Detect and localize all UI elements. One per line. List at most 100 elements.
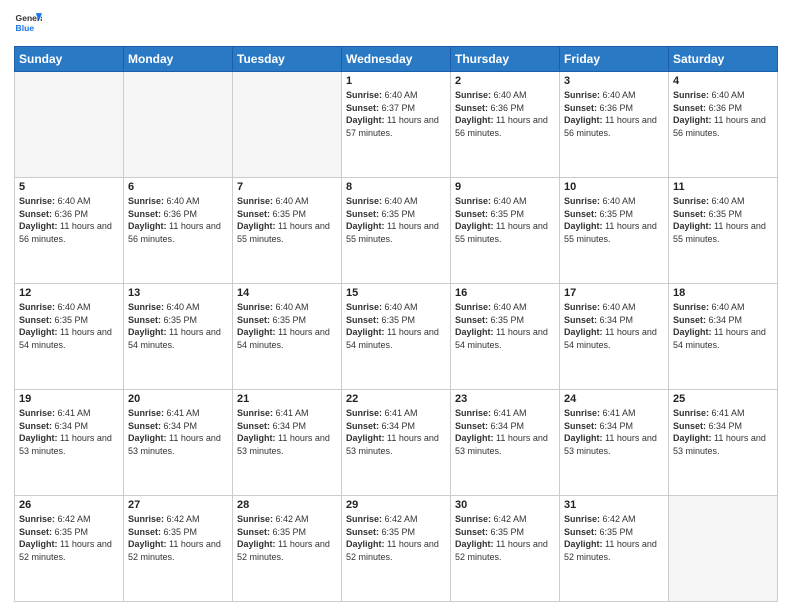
calendar-week-row: 1Sunrise: 6:40 AMSunset: 6:37 PMDaylight…	[15, 72, 778, 178]
header-day: Sunday	[15, 47, 124, 72]
cell-content: Sunrise: 6:41 AMSunset: 6:34 PMDaylight:…	[673, 407, 773, 457]
page: General Blue SundayMondayTuesdayWednesda…	[0, 0, 792, 612]
cell-content: Sunrise: 6:40 AMSunset: 6:34 PMDaylight:…	[564, 301, 664, 351]
day-number: 17	[564, 287, 664, 299]
cell-content: Sunrise: 6:40 AMSunset: 6:35 PMDaylight:…	[455, 301, 555, 351]
cell-content: Sunrise: 6:40 AMSunset: 6:35 PMDaylight:…	[128, 301, 228, 351]
day-number: 14	[237, 287, 337, 299]
cell-content: Sunrise: 6:41 AMSunset: 6:34 PMDaylight:…	[564, 407, 664, 457]
cell-content: Sunrise: 6:42 AMSunset: 6:35 PMDaylight:…	[237, 513, 337, 563]
cell-content: Sunrise: 6:40 AMSunset: 6:35 PMDaylight:…	[237, 301, 337, 351]
calendar-week-row: 19 Sunrise: 6:41 AMSunset: 6:34 PMDayligh…	[15, 390, 778, 496]
calendar-cell: 2 Sunrise: 6:40 AMSunset: 6:36 PMDaylight…	[451, 72, 560, 178]
calendar-cell: 21Sunrise: 6:41 AMSunset: 6:34 PMDayligh…	[233, 390, 342, 496]
calendar-cell: 25 Sunrise: 6:41 AMSunset: 6:34 PMDayligh…	[669, 390, 778, 496]
calendar-cell: 3 Sunrise: 6:40 AMSunset: 6:36 PMDaylight…	[560, 72, 669, 178]
day-number: 6	[128, 181, 228, 193]
day-number: 25	[673, 393, 773, 405]
calendar-cell: 29Sunrise: 6:42 AMSunset: 6:35 PMDayligh…	[342, 496, 451, 602]
calendar-cell: 10 Sunrise: 6:40 AMSunset: 6:35 PMDayligh…	[560, 178, 669, 284]
logo: General Blue	[14, 10, 46, 38]
calendar-cell: 31 Sunrise: 6:42 AMSunset: 6:35 PMDayligh…	[560, 496, 669, 602]
calendar-cell: 15Sunrise: 6:40 AMSunset: 6:35 PMDayligh…	[342, 284, 451, 390]
calendar-cell: 27 Sunrise: 6:42 AMSunset: 6:35 PMDayligh…	[124, 496, 233, 602]
header-day: Tuesday	[233, 47, 342, 72]
day-number: 13	[128, 287, 228, 299]
day-number: 12	[19, 287, 119, 299]
day-number: 2	[455, 75, 555, 87]
svg-text:Blue: Blue	[16, 23, 35, 33]
cell-content: Sunrise: 6:40 AMSunset: 6:36 PMDaylight:…	[455, 89, 555, 139]
calendar-cell: 22 Sunrise: 6:41 AMSunset: 6:34 PMDayligh…	[342, 390, 451, 496]
day-number: 27	[128, 499, 228, 511]
day-number: 18	[673, 287, 773, 299]
day-number: 5	[19, 181, 119, 193]
header-day: Wednesday	[342, 47, 451, 72]
cell-content: Sunrise: 6:42 AMSunset: 6:35 PMDaylight:…	[128, 513, 228, 563]
day-number: 8	[346, 181, 446, 193]
header-day: Saturday	[669, 47, 778, 72]
calendar-cell: 26 Sunrise: 6:42 AMSunset: 6:35 PMDayligh…	[15, 496, 124, 602]
cell-content: Sunrise: 6:40 AMSunset: 6:36 PMDaylight:…	[564, 89, 664, 139]
cell-content: Sunrise: 6:41 AMSunset: 6:34 PMDaylight:…	[19, 407, 119, 457]
calendar-cell: 9Sunrise: 6:40 AMSunset: 6:35 PMDaylight…	[451, 178, 560, 284]
calendar-cell: 4 Sunrise: 6:40 AMSunset: 6:36 PMDaylight…	[669, 72, 778, 178]
day-number: 19	[19, 393, 119, 405]
day-number: 9	[455, 181, 555, 193]
calendar-cell	[124, 72, 233, 178]
day-number: 30	[455, 499, 555, 511]
calendar-cell	[233, 72, 342, 178]
cell-content: Sunrise: 6:41 AMSunset: 6:34 PMDaylight:…	[346, 407, 446, 457]
calendar-cell: 17 Sunrise: 6:40 AMSunset: 6:34 PMDayligh…	[560, 284, 669, 390]
day-number: 3	[564, 75, 664, 87]
cell-content: Sunrise: 6:41 AMSunset: 6:34 PMDaylight:…	[237, 407, 337, 457]
calendar-cell: 8 Sunrise: 6:40 AMSunset: 6:35 PMDaylight…	[342, 178, 451, 284]
day-number: 26	[19, 499, 119, 511]
calendar-cell: 1Sunrise: 6:40 AMSunset: 6:37 PMDaylight…	[342, 72, 451, 178]
cell-content: Sunrise: 6:40 AMSunset: 6:36 PMDaylight:…	[673, 89, 773, 139]
calendar-cell: 13 Sunrise: 6:40 AMSunset: 6:35 PMDayligh…	[124, 284, 233, 390]
cell-content: Sunrise: 6:42 AMSunset: 6:35 PMDaylight:…	[564, 513, 664, 563]
calendar-cell: 18 Sunrise: 6:40 AMSunset: 6:34 PMDayligh…	[669, 284, 778, 390]
day-number: 15	[346, 287, 446, 299]
calendar-cell: 6Sunrise: 6:40 AMSunset: 6:36 PMDaylight…	[124, 178, 233, 284]
cell-content: Sunrise: 6:40 AMSunset: 6:35 PMDaylight:…	[564, 195, 664, 245]
day-number: 11	[673, 181, 773, 193]
day-number: 29	[346, 499, 446, 511]
cell-content: Sunrise: 6:42 AMSunset: 6:35 PMDaylight:…	[455, 513, 555, 563]
calendar-table: SundayMondayTuesdayWednesdayThursdayFrid…	[14, 46, 778, 602]
calendar-cell: 5Sunrise: 6:40 AMSunset: 6:36 PMDaylight…	[15, 178, 124, 284]
calendar-cell: 23Sunrise: 6:41 AMSunset: 6:34 PMDayligh…	[451, 390, 560, 496]
day-number: 22	[346, 393, 446, 405]
cell-content: Sunrise: 6:40 AMSunset: 6:35 PMDaylight:…	[346, 195, 446, 245]
calendar-week-row: 12 Sunrise: 6:40 AMSunset: 6:35 PMDayligh…	[15, 284, 778, 390]
day-number: 10	[564, 181, 664, 193]
day-number: 7	[237, 181, 337, 193]
calendar-body: 1Sunrise: 6:40 AMSunset: 6:37 PMDaylight…	[15, 72, 778, 602]
calendar-week-row: 26 Sunrise: 6:42 AMSunset: 6:35 PMDayligh…	[15, 496, 778, 602]
day-number: 23	[455, 393, 555, 405]
cell-content: Sunrise: 6:42 AMSunset: 6:35 PMDaylight:…	[19, 513, 119, 563]
day-number: 28	[237, 499, 337, 511]
calendar-cell: 28 Sunrise: 6:42 AMSunset: 6:35 PMDayligh…	[233, 496, 342, 602]
calendar-cell: 16Sunrise: 6:40 AMSunset: 6:35 PMDayligh…	[451, 284, 560, 390]
cell-content: Sunrise: 6:41 AMSunset: 6:34 PMDaylight:…	[128, 407, 228, 457]
calendar-cell: 19 Sunrise: 6:41 AMSunset: 6:34 PMDayligh…	[15, 390, 124, 496]
header-day: Friday	[560, 47, 669, 72]
calendar-cell: 7Sunrise: 6:40 AMSunset: 6:35 PMDaylight…	[233, 178, 342, 284]
calendar-cell: 20Sunrise: 6:41 AMSunset: 6:34 PMDayligh…	[124, 390, 233, 496]
calendar-week-row: 5Sunrise: 6:40 AMSunset: 6:36 PMDaylight…	[15, 178, 778, 284]
header-row: SundayMondayTuesdayWednesdayThursdayFrid…	[15, 47, 778, 72]
day-number: 31	[564, 499, 664, 511]
calendar-cell: 30 Sunrise: 6:42 AMSunset: 6:35 PMDayligh…	[451, 496, 560, 602]
cell-content: Sunrise: 6:40 AMSunset: 6:35 PMDaylight:…	[673, 195, 773, 245]
calendar-cell: 14 Sunrise: 6:40 AMSunset: 6:35 PMDayligh…	[233, 284, 342, 390]
cell-content: Sunrise: 6:40 AMSunset: 6:37 PMDaylight:…	[346, 89, 446, 139]
header-day: Thursday	[451, 47, 560, 72]
day-number: 4	[673, 75, 773, 87]
top-area: General Blue	[14, 10, 778, 38]
header-day: Monday	[124, 47, 233, 72]
cell-content: Sunrise: 6:40 AMSunset: 6:34 PMDaylight:…	[673, 301, 773, 351]
day-number: 24	[564, 393, 664, 405]
calendar-cell: 12Sunrise: 6:40 AMSunset: 6:35 PMDayligh…	[15, 284, 124, 390]
